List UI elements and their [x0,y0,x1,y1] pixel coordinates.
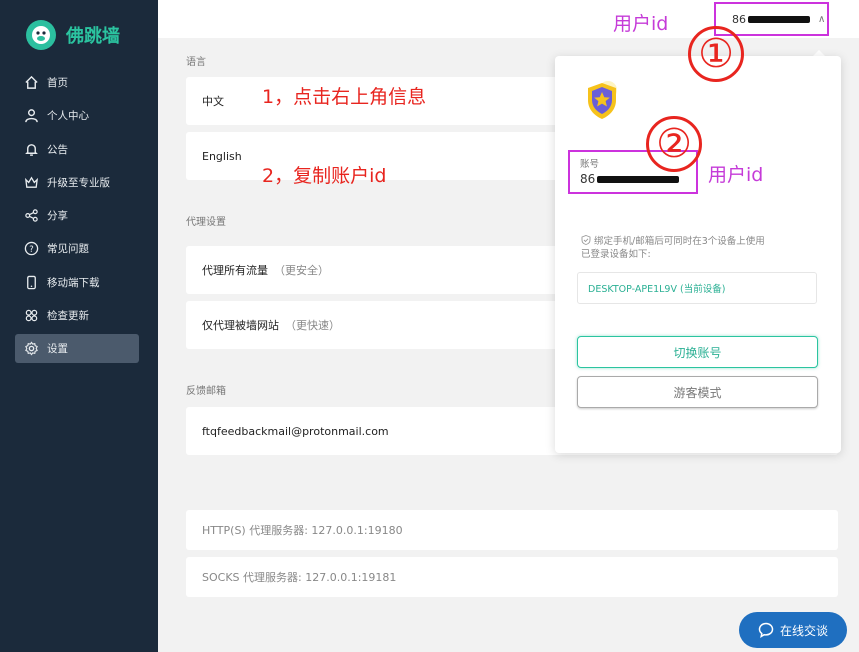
sidebar-item-label: 常见问题 [47,243,89,256]
socks-proxy-info: SOCKS 代理服务器: 127.0.0.1:19181 [186,557,838,597]
sidebar-item-share[interactable]: 分享 [15,201,139,230]
sidebar-item-mobile-download[interactable]: 移动端下载 [15,268,139,297]
update-icon [23,308,39,324]
proxy-section-label: 代理设置 [186,217,226,228]
current-device: DESKTOP-APE1L9V (当前设备) [577,272,817,304]
sidebar-item-label: 首页 [47,77,68,89]
switch-account-button[interactable]: 切换账号 [577,336,818,368]
app-name: 佛跳墙 [66,26,120,47]
annotation-user-id-popup: 用户id [708,164,764,186]
sidebar: 佛跳墙 首页 个人中心 公告 升级至专业版 分享 ? 常见问题 移动端下载 检查… [0,0,158,652]
annotation-circle-2: ② [646,116,702,172]
feedback-section-label: 反馈邮箱 [186,386,226,397]
sidebar-item-upgrade[interactable]: 升级至专业版 [15,168,139,197]
redacted-account-id [597,175,680,183]
bind-device-note: 绑定手机/邮箱后可同时在3个设备上使用 已登录设备如下: [581,235,811,261]
annotation-circle-1: ① [688,26,744,82]
option-label: English [202,149,242,163]
share-icon [23,208,39,224]
email-text: ftqfeedbackmail@protonmail.com [202,424,389,438]
bell-icon [23,141,39,157]
annotation-user-id-top: 用户id [613,13,669,35]
shield-star-icon [584,80,620,122]
monkey-logo-icon [26,20,56,50]
phone-icon [23,274,39,290]
bind-note-line2: 已登录设备如下: [581,249,651,260]
chat-bubble-icon [758,622,774,638]
home-icon [23,75,39,91]
sidebar-item-faq[interactable]: ? 常见问题 [15,234,139,263]
http-proxy-text: HTTP(S) 代理服务器: 127.0.0.1:19180 [202,524,403,537]
sidebar-item-label: 公告 [47,143,68,156]
device-name: DESKTOP-APE1L9V (当前设备) [588,284,726,295]
sidebar-item-home[interactable]: 首页 [15,68,139,97]
chat-label: 在线交谈 [779,623,828,638]
gear-icon [23,341,39,357]
option-label: 中文 [202,95,224,108]
question-icon: ? [23,241,39,257]
annotation-step1: 1，点击右上角信息 [262,86,427,108]
sidebar-nav: 首页 个人中心 公告 升级至专业版 分享 ? 常见问题 移动端下载 检查更新 设… [15,68,139,368]
sidebar-item-announcements[interactable]: 公告 [15,135,139,164]
user-icon [23,108,39,124]
sidebar-item-label: 个人中心 [47,110,89,123]
svg-text:?: ? [29,244,33,254]
option-note: （更快速） [285,319,340,332]
bind-note-text: 绑定手机/邮箱后可同时在3个设备上使用 [594,236,765,247]
redacted-account-id [748,15,810,23]
sidebar-item-label: 移动端下载 [47,276,100,289]
account-id[interactable]: 86 [580,172,696,186]
account-id-prefix: 86 [580,172,596,186]
live-chat-button[interactable]: 在线交谈 [739,612,847,648]
account-prefix: 86 [732,12,746,26]
sidebar-item-label: 升级至专业版 [47,176,110,189]
sidebar-item-profile[interactable]: 个人中心 [15,101,139,130]
brand: 佛跳墙 [26,20,120,50]
sidebar-item-label: 设置 [47,343,68,356]
sidebar-item-label: 分享 [47,210,68,223]
sidebar-item-settings[interactable]: 设置 [15,334,139,364]
annotation-step2: 2，复制账户id [262,165,387,187]
shield-check-icon [581,235,591,245]
bind-note-line1: 绑定手机/邮箱后可同时在3个设备上使用 [581,235,811,248]
sidebar-item-check-update[interactable]: 检查更新 [15,301,139,330]
guest-mode-button[interactable]: 游客模式 [577,376,818,408]
language-section-label: 语言 [186,57,206,68]
option-label: 仅代理被墙网站 [202,319,279,332]
socks-proxy-text: SOCKS 代理服务器: 127.0.0.1:19181 [202,571,397,584]
http-proxy-info: HTTP(S) 代理服务器: 127.0.0.1:19180 [186,510,838,550]
crown-icon [23,174,39,190]
option-label: 代理所有流量 [202,264,268,277]
chevron-up-icon: ∧ [818,13,826,25]
option-note: （更安全） [274,264,329,277]
sidebar-item-label: 检查更新 [47,310,89,323]
